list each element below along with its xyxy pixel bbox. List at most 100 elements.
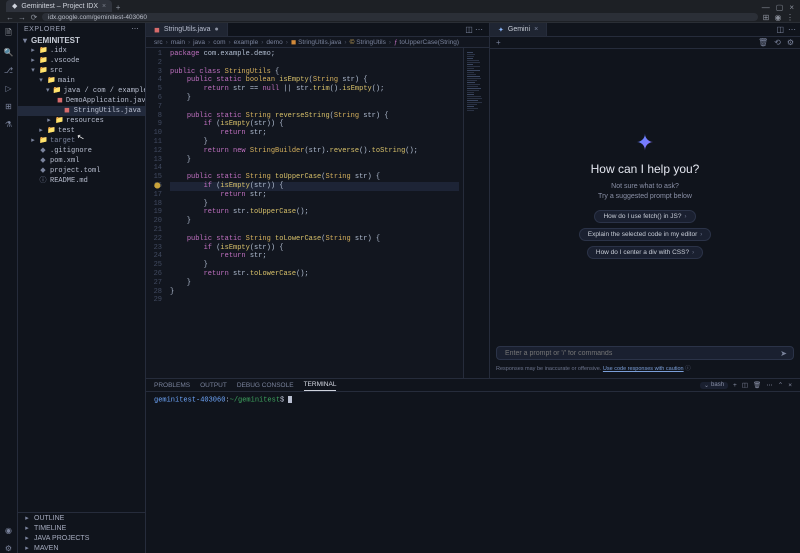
menu-icon[interactable]: ⋮ bbox=[786, 13, 794, 22]
panel-tab-bar: PROBLEMS OUTPUT DEBUG CONSOLE TERMINAL ⌄ ba… bbox=[146, 379, 800, 392]
settings-gear-icon[interactable]: ⚙ bbox=[4, 543, 14, 553]
explorer-sidebar: EXPLORER ⋯ ▾GEMINITEST ▸📁.idx▸📁.vscode▾📁… bbox=[18, 23, 146, 553]
explorer-title: EXPLORER bbox=[24, 26, 66, 33]
close-tab-icon[interactable]: × bbox=[102, 3, 106, 10]
line-gutter: 1234567891011121314151617181920212223242… bbox=[146, 48, 168, 378]
sidebar-section[interactable]: ▸TIMELINE bbox=[18, 523, 145, 533]
delete-icon[interactable]: 🗑 bbox=[758, 38, 768, 47]
gemini-prompt-input[interactable]: ➤ bbox=[496, 346, 794, 360]
forward-icon[interactable]: → bbox=[18, 13, 26, 22]
editor-group: ◼ StringUtils.java ● ◫ ⋯ src›main›java›c… bbox=[146, 23, 490, 378]
gemini-panel: ✦ Gemini × ◫ ⋯ + 🗑 ⟲ ⚙ bbox=[490, 23, 800, 378]
test-icon[interactable]: ⚗ bbox=[4, 119, 14, 129]
panel-tab[interactable]: PROBLEMS bbox=[154, 382, 190, 389]
editor-actions: ◫ ⋯ bbox=[459, 23, 489, 36]
file-tree-item[interactable]: ◆project.toml bbox=[18, 166, 145, 176]
panel-layout-icon[interactable]: ◫ bbox=[776, 25, 784, 34]
gemini-tab-label: Gemini bbox=[508, 26, 530, 33]
new-tab-button[interactable]: + bbox=[114, 3, 122, 12]
explorer-icon[interactable]: 🗎 bbox=[4, 29, 14, 39]
kill-terminal-icon[interactable]: 🗑 bbox=[753, 381, 761, 389]
project-root[interactable]: ▾GEMINITEST bbox=[18, 35, 145, 45]
gemini-spark-icon: ✦ bbox=[498, 26, 504, 34]
panel-tab[interactable]: DEBUG CONSOLE bbox=[237, 382, 294, 389]
close-tab-icon[interactable]: × bbox=[534, 26, 538, 33]
profile-icon[interactable]: ◉ bbox=[774, 13, 782, 22]
terminal[interactable]: geminitest-403060:~/geminitest$ bbox=[146, 392, 800, 553]
file-tree-item[interactable]: ◼DemoApplication.java bbox=[18, 96, 145, 106]
gemini-logo-icon: ✦ bbox=[636, 130, 654, 156]
split-terminal-icon[interactable]: ◫ bbox=[742, 381, 748, 389]
code-content[interactable]: package com.example.demo; public class S… bbox=[168, 48, 463, 378]
file-tree-item[interactable]: ▸📁test bbox=[18, 126, 145, 136]
gutter-lightbulb-icon[interactable]: ⬤ bbox=[154, 182, 161, 189]
bottom-panel: PROBLEMS OUTPUT DEBUG CONSOLE TERMINAL ⌄ ba… bbox=[146, 378, 800, 553]
file-tree-item[interactable]: ⓘREADME.md bbox=[18, 176, 145, 186]
editor-tab-label: StringUtils.java bbox=[164, 26, 211, 33]
close-window-icon[interactable]: × bbox=[789, 3, 794, 12]
address-bar[interactable]: idx.google.com/geminitest-403060 bbox=[42, 13, 758, 21]
reload-icon[interactable]: ⟳ bbox=[30, 13, 38, 22]
terminal-shell-picker[interactable]: ⌄ bash bbox=[700, 382, 728, 389]
browser-tab[interactable]: ◆ Geminitest – Project IDX × bbox=[6, 0, 112, 12]
window-controls: — ▢ × bbox=[762, 3, 794, 12]
file-tree-item[interactable]: ▾📁java / com / example / demo bbox=[18, 86, 145, 96]
refresh-icon[interactable]: ⟲ bbox=[774, 38, 781, 47]
maximize-panel-icon[interactable]: ⌃ bbox=[778, 381, 783, 389]
file-tree-item[interactable]: ◆.gitignore bbox=[18, 146, 145, 156]
explorer-more-icon[interactable]: ⋯ bbox=[132, 25, 140, 33]
new-terminal-icon[interactable]: + bbox=[733, 382, 737, 389]
search-icon[interactable]: 🔍 bbox=[4, 47, 14, 57]
activity-bar: 🗎 🔍 ⎇ ▷ ⊞ ⚗ ◉ ⚙ bbox=[0, 23, 18, 553]
file-tree-item[interactable]: ▾📁main bbox=[18, 76, 145, 86]
minimize-icon[interactable]: — bbox=[762, 3, 770, 12]
file-tree-item[interactable]: ▸📁target bbox=[18, 136, 145, 146]
gemini-footer-link[interactable]: Use code responses with caution bbox=[603, 366, 684, 372]
file-tree-item[interactable]: ◼StringUtils.java bbox=[18, 106, 145, 116]
file-tree-item[interactable]: ▸📁resources bbox=[18, 116, 145, 126]
browser-tab-title: Geminitest – Project IDX bbox=[21, 3, 98, 10]
account-icon[interactable]: ◉ bbox=[4, 525, 14, 535]
file-tree-item[interactable]: ▸📁.vscode bbox=[18, 56, 145, 66]
gemini-prompt-field[interactable] bbox=[503, 349, 774, 358]
minimap[interactable] bbox=[463, 48, 489, 378]
file-tree-item[interactable]: ▸📁.idx bbox=[18, 46, 145, 56]
panel-tab[interactable]: TERMINAL bbox=[304, 379, 337, 391]
sidebar-section[interactable]: ▸JAVA PROJECTS bbox=[18, 533, 145, 543]
extensions-icon[interactable]: ⊞ bbox=[762, 13, 770, 22]
gemini-suggestion-chip[interactable]: Explain the selected code in my editor› bbox=[579, 228, 711, 241]
editor-more-icon[interactable]: ⋯ bbox=[475, 25, 483, 34]
maximize-icon[interactable]: ▢ bbox=[776, 3, 784, 12]
gemini-suggestion-chip[interactable]: How do I center a div with CSS?› bbox=[587, 246, 703, 259]
send-icon[interactable]: ➤ bbox=[780, 349, 787, 358]
code-editor[interactable]: ⬤ 12345678910111213141516171819202122232… bbox=[146, 48, 489, 378]
back-icon[interactable]: ← bbox=[6, 13, 14, 22]
gemini-headline: How can I help you? bbox=[591, 162, 700, 176]
run-debug-icon[interactable]: ▷ bbox=[4, 83, 14, 93]
gemini-suggestion-chip[interactable]: How do I use fetch() in JS?› bbox=[594, 210, 695, 223]
extensions-icon[interactable]: ⊞ bbox=[4, 101, 14, 111]
settings-icon[interactable]: ⚙ bbox=[787, 38, 794, 47]
scm-icon[interactable]: ⎇ bbox=[4, 65, 14, 75]
gemini-tab[interactable]: ✦ Gemini × bbox=[490, 23, 547, 36]
breadcrumb[interactable]: src›main›java›com›example›demo›◼ StringU… bbox=[146, 37, 489, 48]
browser-chrome: ◆ Geminitest – Project IDX × + — ▢ × ← →… bbox=[0, 0, 800, 23]
sidebar-section[interactable]: ▸OUTLINE bbox=[18, 513, 145, 523]
panel-tab[interactable]: OUTPUT bbox=[200, 382, 227, 389]
url-text: idx.google.com/geminitest-403060 bbox=[48, 14, 147, 21]
file-tree-item[interactable]: ▾📁src bbox=[18, 66, 145, 76]
project-root-label: GEMINITEST bbox=[31, 36, 80, 45]
editor-tab-stringutils[interactable]: ◼ StringUtils.java ● bbox=[146, 23, 228, 36]
split-editor-icon[interactable]: ◫ bbox=[465, 25, 473, 34]
file-tree-item[interactable]: ◆pom.xml bbox=[18, 156, 145, 166]
java-file-icon: ◼ bbox=[154, 26, 160, 34]
close-panel-icon[interactable]: × bbox=[788, 382, 792, 389]
new-chat-icon[interactable]: + bbox=[496, 38, 501, 47]
info-icon[interactable]: ⓘ bbox=[685, 366, 691, 372]
panel-more-icon[interactable]: ⋯ bbox=[788, 25, 796, 34]
file-tree: ▸📁.idx▸📁.vscode▾📁src▾📁main▾📁java / com /… bbox=[18, 45, 145, 512]
sidebar-section[interactable]: ▸MAVEN bbox=[18, 543, 145, 553]
panel-more-icon[interactable]: ⋯ bbox=[766, 381, 773, 389]
terminal-cursor bbox=[288, 396, 292, 403]
gemini-subtitle: Not sure what to ask?Try a suggested pro… bbox=[598, 182, 692, 202]
